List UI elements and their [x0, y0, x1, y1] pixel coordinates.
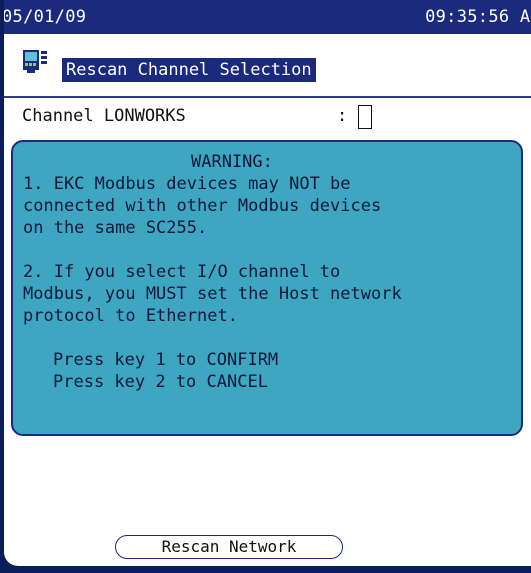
status-date: 05/01/09 [4, 7, 87, 27]
rescan-network-button[interactable]: Rescan Network [115, 535, 343, 559]
confirm-instruction: Press key 1 to CONFIRM [53, 350, 279, 370]
warning-line: on the same SC255. [23, 218, 208, 238]
warning-line: connected with other Modbus devices [23, 196, 382, 216]
lcd-screen: 05/01/09 09:35:56 AM Rescan Channel Sele… [4, 0, 531, 566]
status-bar: 05/01/09 09:35:56 AM [4, 0, 531, 34]
warning-line: protocol to Ethernet. [23, 306, 238, 326]
warning-heading: WARNING: [191, 152, 273, 172]
warning-line: 2. If you select I/O channel to [23, 262, 341, 282]
warning-line: 1. EKC Modbus devices may NOT be [23, 174, 351, 194]
channel-lonworks-label: Channel LONWORKS [22, 106, 186, 126]
warning-line: Modbus, you MUST set the Host network [23, 284, 402, 304]
field-separator: : [337, 106, 348, 126]
page-title: Rescan Channel Selection [62, 58, 316, 82]
status-time: 09:35:56 AM [425, 7, 531, 27]
title-row: Rescan Channel Selection [4, 44, 531, 88]
device-frame: 05/01/09 09:35:56 AM Rescan Channel Sele… [0, 0, 531, 573]
warning-dialog: WARNING: 1. EKC Modbus devices may NOT b… [11, 140, 523, 436]
channel-lonworks-row: Channel LONWORKS : [4, 96, 531, 132]
cancel-instruction: Press key 2 to CANCEL [53, 372, 268, 392]
channel-lonworks-field[interactable] [358, 105, 372, 129]
device-screen-icon [23, 50, 47, 73]
